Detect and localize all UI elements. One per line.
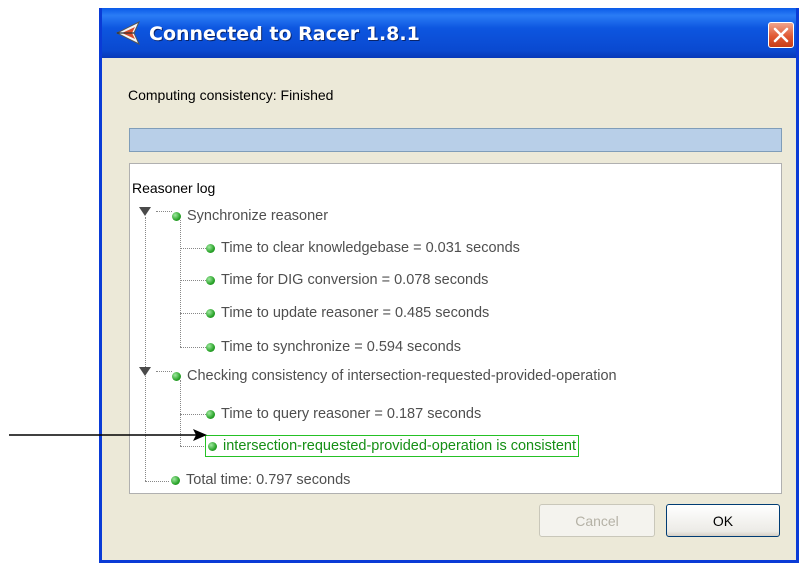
tree-node[interactable]: Time for DIG conversion = 0.078 seconds xyxy=(206,270,488,290)
tree-line xyxy=(156,211,172,212)
tree-line xyxy=(180,446,206,447)
title-bar[interactable]: Connected to Racer 1.8.1 xyxy=(102,8,796,58)
racer-dialog-window: Connected to Racer 1.8.1 Computing consi… xyxy=(99,8,799,563)
ok-button[interactable]: OK xyxy=(666,504,780,537)
green-dot-icon xyxy=(206,275,215,285)
tree-line xyxy=(180,220,181,347)
expanded-triangle-icon[interactable] xyxy=(139,207,151,216)
tree-line xyxy=(180,280,206,281)
green-dot-icon xyxy=(172,211,181,221)
tree-line xyxy=(180,248,206,249)
tree-line xyxy=(180,414,206,415)
window-title: Connected to Racer 1.8.1 xyxy=(149,23,420,45)
green-dot-icon xyxy=(171,475,180,485)
tree-node[interactable]: Time to synchronize = 0.594 seconds xyxy=(206,337,461,357)
tree-line xyxy=(156,371,172,372)
tree-node[interactable]: Time to clear knowledgebase = 0.031 seco… xyxy=(206,238,520,258)
expanded-triangle-icon[interactable] xyxy=(139,367,151,376)
green-dot-icon xyxy=(206,243,215,253)
log-header: Reasoner log xyxy=(132,180,216,196)
green-dot-icon xyxy=(206,342,215,352)
racer-icon xyxy=(114,20,142,46)
status-text: Computing consistency: Finished xyxy=(128,87,334,103)
tree-node-checking-consistency[interactable]: Checking consistency of intersection-req… xyxy=(172,366,617,386)
reasoner-log-panel[interactable]: Reasoner log Synchronize reasoner Time t… xyxy=(129,163,782,494)
tree-node-consistent-result[interactable]: intersection-requested-provided-operatio… xyxy=(205,435,580,457)
tree-node-total-time[interactable]: Total time: 0.797 seconds xyxy=(171,470,350,490)
progress-bar xyxy=(129,128,782,152)
tree-line xyxy=(145,481,169,482)
tree-node-synchronize[interactable]: Synchronize reasoner xyxy=(172,206,328,226)
cancel-button[interactable]: Cancel xyxy=(539,504,655,537)
tree-line xyxy=(180,347,206,348)
pointer-arrow-icon xyxy=(9,429,207,441)
green-dot-icon xyxy=(206,308,215,318)
tree-line xyxy=(180,313,206,314)
close-icon[interactable] xyxy=(768,22,794,48)
green-dot-icon xyxy=(208,441,217,451)
green-dot-icon xyxy=(172,371,181,381)
tree-node[interactable]: Time to query reasoner = 0.187 seconds xyxy=(206,404,481,424)
tree-node[interactable]: Time to update reasoner = 0.485 seconds xyxy=(206,303,489,323)
green-dot-icon xyxy=(206,409,215,419)
